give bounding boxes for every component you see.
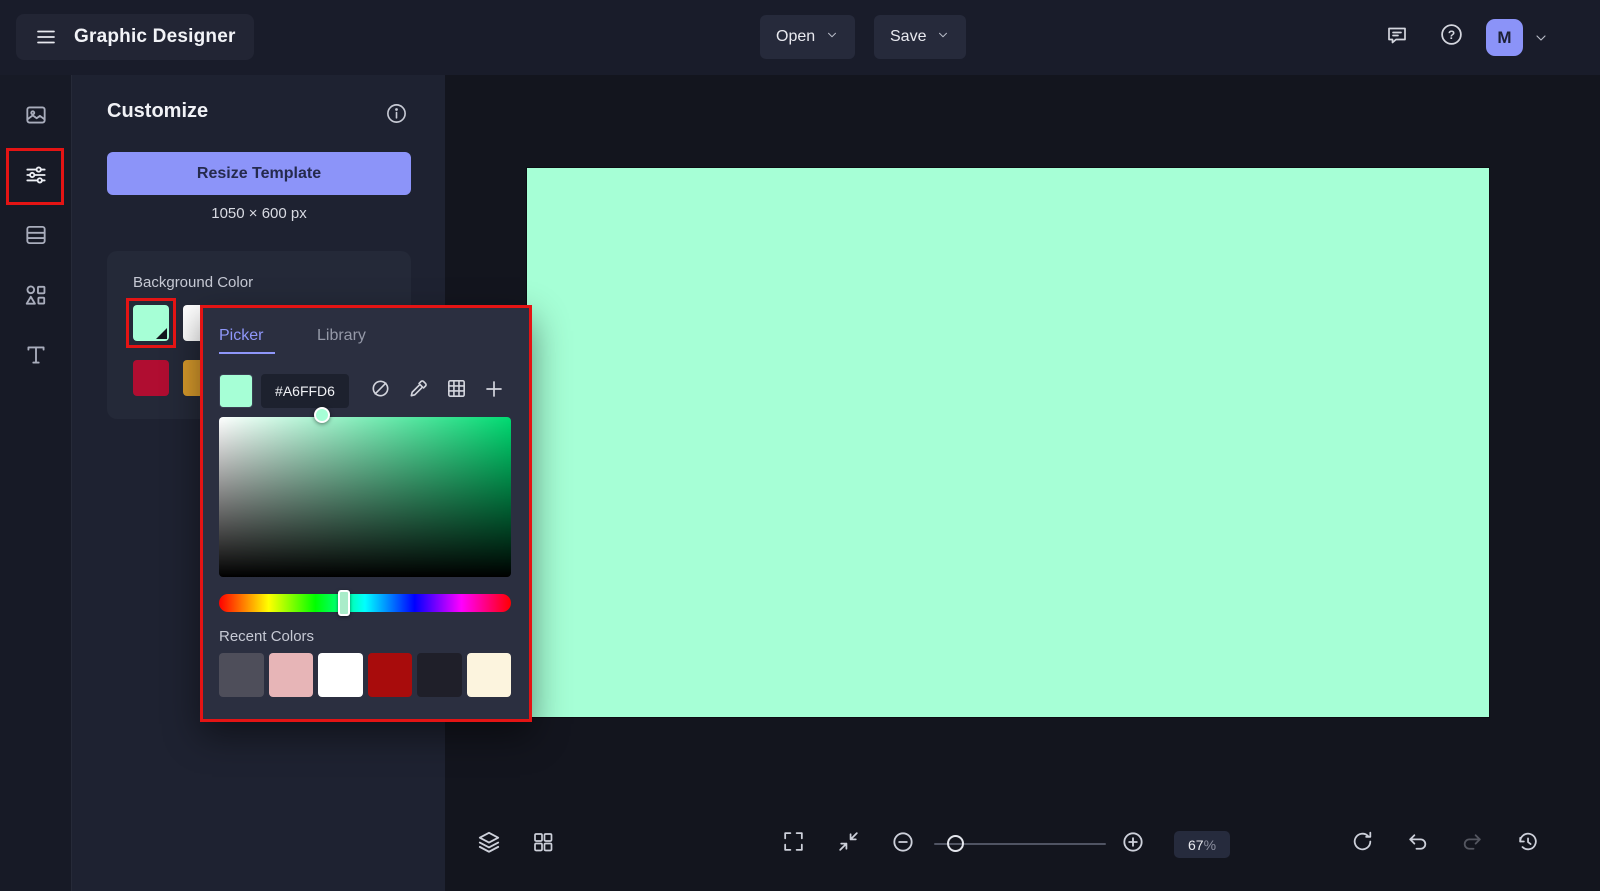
saturation-handle[interactable] xyxy=(314,407,330,423)
info-icon[interactable] xyxy=(385,102,409,126)
svg-text:?: ? xyxy=(1447,28,1454,42)
color-grid-button[interactable] xyxy=(442,377,470,405)
recent-colors-label: Recent Colors xyxy=(219,628,315,645)
zoom-level-badge[interactable]: 67% xyxy=(1174,831,1230,858)
hex-color-input[interactable] xyxy=(261,374,349,408)
bg-swatch-crimson[interactable] xyxy=(133,360,169,396)
hamburger-menu-icon[interactable] xyxy=(34,25,58,49)
redo-button[interactable] xyxy=(1456,828,1488,860)
help-icon: ? xyxy=(1439,22,1464,52)
active-tab-underline xyxy=(219,352,275,354)
zoom-out-icon xyxy=(890,829,916,860)
recent-colors-row xyxy=(219,653,511,697)
grid-view-icon xyxy=(531,830,555,859)
account-chevron-down-icon[interactable] xyxy=(1533,30,1549,51)
plus-icon xyxy=(482,377,506,406)
adjust-sliders-icon xyxy=(23,162,49,193)
sidebar-item-text[interactable] xyxy=(16,337,56,377)
panel-title: Customize xyxy=(107,100,209,122)
zoom-slider-handle[interactable] xyxy=(947,835,964,852)
tab-picker[interactable]: Picker xyxy=(219,327,263,345)
top-bar: Graphic Designer Open Save ? M xyxy=(0,0,1600,75)
comment-icon xyxy=(1385,23,1409,52)
hue-slider[interactable] xyxy=(219,594,511,612)
app-title: Graphic Designer xyxy=(74,26,236,47)
current-color-swatch[interactable] xyxy=(219,374,253,408)
collapse-inward-icon xyxy=(836,829,861,859)
hue-slider-handle[interactable] xyxy=(338,590,350,616)
sidebar-item-shapes[interactable] xyxy=(16,277,56,317)
chevron-down-icon xyxy=(936,28,950,47)
zoom-in-button[interactable] xyxy=(1117,828,1149,860)
sidebar-item-pages[interactable] xyxy=(16,217,56,257)
undo-button[interactable] xyxy=(1401,828,1433,860)
saturation-brightness-area[interactable] xyxy=(219,417,511,577)
bg-swatch-mint[interactable] xyxy=(133,305,169,341)
zoom-unit: % xyxy=(1203,836,1217,853)
recent-swatch[interactable] xyxy=(417,653,462,697)
app-window: Graphic Designer Open Save ? M Customize… xyxy=(0,0,1600,891)
text-icon xyxy=(23,342,49,373)
undo-icon xyxy=(1405,829,1430,859)
sidebar-item-images[interactable] xyxy=(16,97,56,137)
fullscreen-expand-icon xyxy=(781,829,806,859)
eyedropper-button[interactable] xyxy=(404,377,432,405)
recent-swatch[interactable] xyxy=(466,653,511,697)
recent-swatch[interactable] xyxy=(367,653,412,697)
feedback-comment-button[interactable] xyxy=(1376,16,1418,58)
avatar[interactable]: M xyxy=(1486,19,1523,56)
redo-icon xyxy=(1460,829,1485,859)
sync-icon xyxy=(1350,829,1375,859)
grid-icon xyxy=(445,377,468,405)
gradient-corner-marker xyxy=(156,328,167,339)
layers-icon xyxy=(476,829,502,860)
zoom-out-button[interactable] xyxy=(887,828,919,860)
history-clock-icon xyxy=(1515,829,1540,859)
zoom-in-icon xyxy=(1120,829,1146,860)
shapes-icon xyxy=(23,282,49,313)
save-button[interactable]: Save xyxy=(874,15,967,59)
resize-template-button[interactable]: Resize Template xyxy=(107,152,411,195)
left-icon-rail xyxy=(0,75,72,891)
help-button[interactable]: ? xyxy=(1430,16,1472,58)
open-button[interactable]: Open xyxy=(760,15,856,59)
recent-swatch[interactable] xyxy=(219,653,264,697)
refresh-canvas-button[interactable] xyxy=(1346,828,1378,860)
recent-swatch[interactable] xyxy=(268,653,313,697)
eyedropper-icon xyxy=(407,377,430,405)
design-canvas[interactable] xyxy=(527,168,1489,717)
zoom-value: 67 xyxy=(1187,836,1204,853)
no-color-button[interactable] xyxy=(366,377,394,405)
grid-view-button[interactable] xyxy=(527,828,559,860)
fit-to-screen-button[interactable] xyxy=(832,828,864,860)
pages-icon xyxy=(23,222,49,253)
template-dimensions: 1050 × 600 px xyxy=(211,205,307,222)
recent-swatch[interactable] xyxy=(318,653,363,697)
sidebar-item-customize[interactable] xyxy=(16,157,56,197)
history-button[interactable] xyxy=(1511,828,1543,860)
tab-library[interactable]: Library xyxy=(317,327,366,345)
fullscreen-button[interactable] xyxy=(777,828,809,860)
add-color-button[interactable] xyxy=(480,377,508,405)
layers-button[interactable] xyxy=(473,828,505,860)
background-color-label: Background Color xyxy=(133,274,254,291)
brand: Graphic Designer xyxy=(16,14,254,60)
chevron-down-icon xyxy=(825,28,839,47)
image-icon xyxy=(23,102,49,133)
no-color-icon xyxy=(369,377,392,405)
